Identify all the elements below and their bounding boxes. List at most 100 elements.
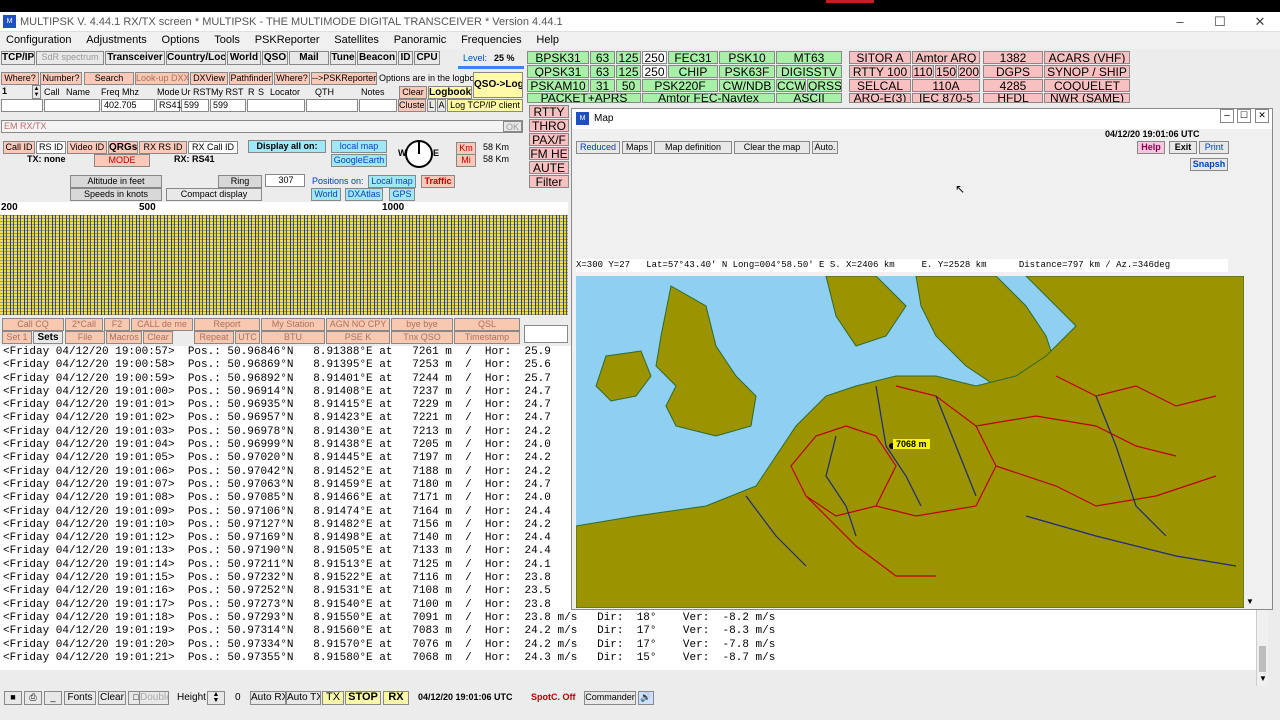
- speed-knots-button[interactable]: Speeds in knots: [70, 188, 162, 201]
- mode-nwr[interactable]: NWR (SAME): [1044, 93, 1130, 103]
- menu-help[interactable]: Help: [530, 32, 565, 48]
- google-earth-button[interactable]: GoogleEarth: [331, 154, 387, 167]
- search-button[interactable]: Search: [84, 72, 134, 85]
- log-tcpip-button[interactable]: Log TCP/IP client: [447, 99, 523, 112]
- mode-pskam10[interactable]: PSKAM10: [527, 79, 589, 92]
- id-button[interactable]: ID: [398, 51, 413, 65]
- map-help-button[interactable]: Help: [1137, 141, 1165, 154]
- mode-ccw[interactable]: CCW: [776, 79, 806, 92]
- mode-mt63[interactable]: MT63: [776, 51, 842, 64]
- mode-arq-e3[interactable]: ARQ-E(3): [849, 93, 911, 103]
- gps-button[interactable]: GPS: [389, 188, 415, 201]
- mode-fmhe[interactable]: FM HE: [529, 147, 569, 160]
- mode-aute[interactable]: AUTE: [529, 161, 569, 174]
- close-button[interactable]: ✕: [1240, 14, 1280, 30]
- mode-q250[interactable]: 250: [642, 65, 667, 78]
- mode-200[interactable]: 200: [958, 65, 980, 78]
- call-field[interactable]: [1, 99, 43, 112]
- macro-timestamp[interactable]: Timestamp: [454, 331, 520, 344]
- maximize-button[interactable]: ☐: [1200, 14, 1240, 30]
- mode-button[interactable]: MODE: [94, 154, 150, 167]
- fonts-button[interactable]: Fonts: [64, 691, 96, 705]
- mode-q63[interactable]: 63: [590, 65, 615, 78]
- mode-rtty[interactable]: RTTY: [529, 105, 569, 118]
- pathfinder-button[interactable]: Pathfinder: [229, 72, 273, 85]
- rx-rs-id-button[interactable]: RX RS ID: [139, 141, 187, 154]
- mail-button[interactable]: Mail: [289, 51, 329, 65]
- traffic-button[interactable]: Traffic: [421, 175, 455, 188]
- mode-qrss[interactable]: QRSS: [807, 79, 842, 92]
- macro-f2[interactable]: F2: [104, 318, 130, 331]
- mode-coquelet[interactable]: COQUELET: [1044, 79, 1130, 92]
- mode-amtor-fec[interactable]: Amtor FEC-Navtex: [642, 93, 775, 103]
- menu-satellites[interactable]: Satellites: [328, 32, 385, 48]
- mode-125[interactable]: 125: [616, 51, 641, 64]
- call-id-button[interactable]: Call ID: [3, 141, 35, 154]
- transceiver-button[interactable]: Transceiver: [105, 51, 165, 65]
- em-rxtx-field[interactable]: EM RX/TX: [1, 120, 523, 133]
- world-map-button[interactable]: World: [311, 188, 341, 201]
- mode-synop[interactable]: SYNOP / SHIP: [1044, 65, 1130, 78]
- mi-button[interactable]: Mi: [456, 154, 476, 167]
- sdr-spectrum-button[interactable]: SdR spectrum: [36, 51, 104, 65]
- macro-agn[interactable]: AGN NO CPY: [326, 318, 390, 331]
- qso-log-button[interactable]: QSO->Log: [473, 72, 523, 98]
- mode-110[interactable]: 110: [912, 65, 934, 78]
- auto-tx-button[interactable]: Auto TX: [286, 691, 321, 705]
- mode-250[interactable]: 250: [642, 51, 667, 64]
- menu-frequencies[interactable]: Frequencies: [455, 32, 528, 48]
- lookup-dxx-button[interactable]: Look-up DXX: [135, 72, 189, 85]
- mode-hfdl[interactable]: HFDL: [983, 93, 1043, 103]
- map-print-button[interactable]: Print: [1199, 141, 1229, 154]
- mode-rtty100[interactable]: RTTY 100: [849, 65, 911, 78]
- mode-ascii[interactable]: ASCII: [776, 93, 842, 103]
- mode-cwndb[interactable]: CW/NDB: [719, 79, 775, 92]
- rs-id-button[interactable]: RS ID: [36, 141, 66, 154]
- mode-1382[interactable]: 1382: [983, 51, 1043, 64]
- mode-packet[interactable]: PACKET+APRS: [527, 93, 641, 103]
- macro-tnx-qso[interactable]: Tnx QSO: [391, 331, 453, 344]
- macro-call-cq[interactable]: Call CQ: [2, 318, 64, 331]
- map-minimize-button[interactable]: –: [1220, 109, 1234, 123]
- map-close-button[interactable]: ✕: [1255, 109, 1269, 123]
- dxatlas-button[interactable]: DXAtlas: [345, 188, 383, 201]
- logbook-button[interactable]: Logbook: [428, 86, 472, 99]
- menu-pskreporter[interactable]: PSKReporter: [249, 32, 326, 48]
- scroll-down-icon[interactable]: ▼: [1259, 674, 1267, 683]
- speaker-icon[interactable]: 🔊: [638, 691, 654, 705]
- macro-sets[interactable]: Sets: [33, 331, 63, 344]
- macro-my-station[interactable]: My Station: [261, 318, 325, 331]
- mode-digisstv[interactable]: DIGISSTV: [776, 65, 842, 78]
- filter-button[interactable]: Filter: [529, 175, 569, 188]
- l-button[interactable]: L: [427, 99, 436, 112]
- map-scrollbar[interactable]: ▼: [1244, 276, 1258, 608]
- compact-display-button[interactable]: Compact display: [166, 188, 262, 201]
- world-button[interactable]: World: [227, 51, 261, 65]
- macro-btu[interactable]: BTU: [261, 331, 325, 344]
- rx-button[interactable]: RX: [383, 691, 409, 705]
- ring-value[interactable]: 307: [265, 174, 305, 187]
- scroll-thumb[interactable]: [1259, 646, 1266, 672]
- menu-tools[interactable]: Tools: [208, 32, 246, 48]
- mode-iec[interactable]: IEC 870-5: [912, 93, 980, 103]
- map-exit-button[interactable]: Exit: [1169, 141, 1197, 154]
- tx-button[interactable]: TX: [322, 691, 344, 705]
- cluster-button[interactable]: Cluster: [398, 99, 426, 112]
- local-map2-button[interactable]: Local map: [368, 175, 416, 188]
- clear-text-button[interactable]: Clear: [98, 691, 126, 705]
- mode-50[interactable]: 50: [616, 79, 641, 92]
- freq-field[interactable]: 402.705: [101, 99, 155, 112]
- mode-psk10[interactable]: PSK10: [719, 51, 775, 64]
- maps-button[interactable]: Maps: [622, 141, 652, 154]
- mode-4285[interactable]: 4285: [983, 79, 1043, 92]
- macro-macros[interactable]: Macros: [106, 331, 142, 344]
- mode-q125[interactable]: 125: [616, 65, 641, 78]
- minimize-button[interactable]: –: [1160, 14, 1200, 29]
- local-map-button[interactable]: local map: [331, 140, 387, 153]
- clear-log-button[interactable]: Clear: [399, 86, 427, 99]
- name-field[interactable]: [44, 99, 100, 112]
- a-button[interactable]: A: [437, 99, 446, 112]
- reduced-button[interactable]: Reduced: [576, 141, 620, 154]
- qrgs-button[interactable]: QRGs: [108, 141, 138, 154]
- map-maximize-button[interactable]: ☐: [1237, 109, 1251, 123]
